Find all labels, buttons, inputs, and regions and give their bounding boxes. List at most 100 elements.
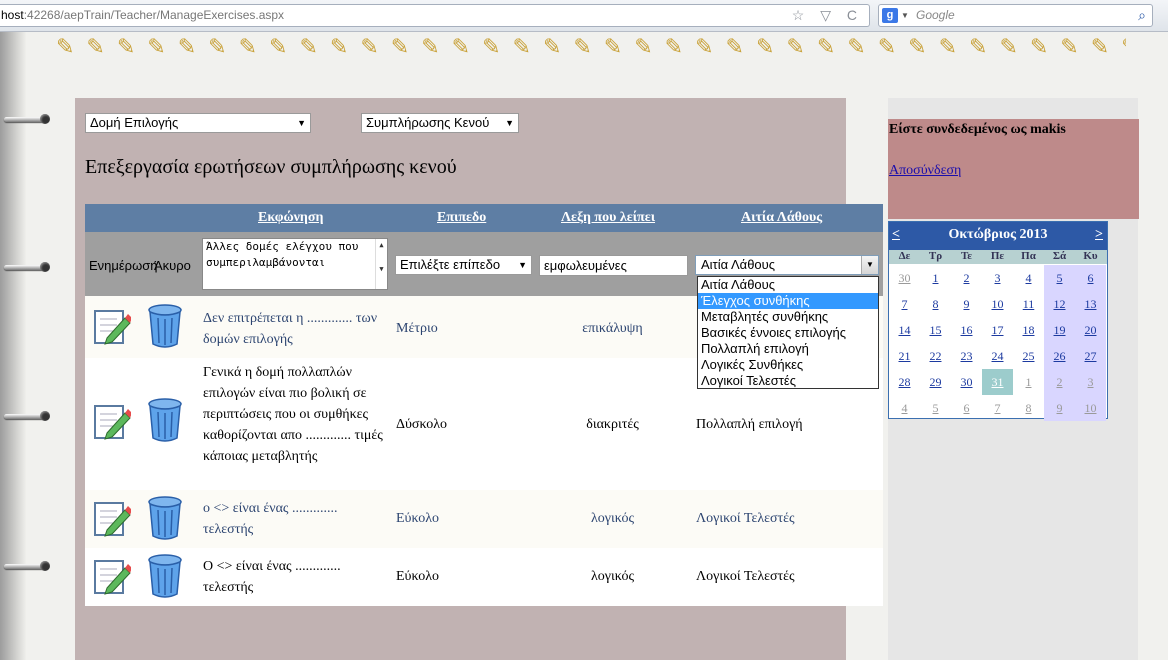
dropdown-option[interactable]: Λογικοί Τελεστές xyxy=(698,373,878,389)
calendar-day[interactable]: 31 xyxy=(982,369,1013,395)
calendar-weekday: Κυ xyxy=(1083,250,1098,262)
calendar-day[interactable]: 19 xyxy=(1044,317,1075,343)
error-cause-select[interactable]: Αιτία Λάθους ▼ xyxy=(695,255,879,275)
google-icon[interactable]: g xyxy=(882,8,898,23)
calendar-day[interactable]: 1 xyxy=(920,265,951,291)
calendar-day[interactable]: 24 xyxy=(982,343,1013,369)
calendar-day[interactable]: 4 xyxy=(1013,265,1044,291)
calendar-day[interactable]: 23 xyxy=(951,343,982,369)
calendar-day[interactable]: 9 xyxy=(951,291,982,317)
topic-select[interactable]: Δομή Επιλογής ▼ xyxy=(85,113,311,133)
calendar-day[interactable]: 5 xyxy=(920,395,951,421)
calendar-day[interactable]: 1 xyxy=(1013,369,1044,395)
calendar-day[interactable]: 14 xyxy=(889,317,920,343)
login-status-text: Είστε συνδεδεμένος ως makis xyxy=(889,122,1066,137)
calendar-day[interactable]: 6 xyxy=(1075,265,1106,291)
search-bar[interactable]: g ▼ Google ⌕ xyxy=(878,4,1153,27)
calendar-day[interactable]: 2 xyxy=(951,265,982,291)
calendar-day[interactable]: 6 xyxy=(951,395,982,421)
dropdown-option[interactable]: Λογικές Συνθήκες xyxy=(698,357,878,373)
dropdown-option[interactable]: Βασικές έννοιες επιλογής xyxy=(698,325,878,341)
url-buttons[interactable]: ☆ ▽ C xyxy=(792,5,863,26)
chevron-down-icon[interactable]: ▼ xyxy=(505,114,514,132)
calendar-day[interactable]: 13 xyxy=(1075,291,1106,317)
question-text: Ο <> είναι ένας ............. τελεστής xyxy=(203,559,341,595)
missing-word-text: λογικός xyxy=(590,511,635,526)
chevron-down-icon[interactable]: ▼ xyxy=(518,256,527,274)
calendar-day[interactable]: 12 xyxy=(1044,291,1075,317)
calendar-day[interactable]: 5 xyxy=(1044,265,1075,291)
calendar-day[interactable]: 10 xyxy=(1075,395,1106,421)
header-error-cause[interactable]: Αιτία Λάθους xyxy=(741,210,822,226)
question-text: Δεν επιτρέπεται η ............. των δομώ… xyxy=(203,311,378,347)
calendar-weekday: Τρ xyxy=(928,250,943,262)
search-input[interactable]: Google xyxy=(916,5,955,26)
address-bar[interactable]: host:42268/aepTrain/Teacher/ManageExerci… xyxy=(0,4,870,27)
textarea-scrollbar[interactable]: ▲ ▼ xyxy=(375,239,387,289)
error-cause-dropdown-list: Αιτία Λάθους Έλεγχος συνθήκης Μεταβλητές… xyxy=(697,276,879,389)
dropdown-option-selected[interactable]: Έλεγχος συνθήκης xyxy=(698,293,878,309)
dropdown-option[interactable]: Μεταβλητές συνθήκης xyxy=(698,309,878,325)
calendar-day[interactable]: 30 xyxy=(951,369,982,395)
calendar-day[interactable]: 27 xyxy=(1075,343,1106,369)
calendar-day[interactable]: 8 xyxy=(1013,395,1044,421)
missing-word-input[interactable]: εμφωλευμένες xyxy=(539,255,688,276)
calendar-day[interactable]: 20 xyxy=(1075,317,1106,343)
browser-toolbar: host:42268/aepTrain/Teacher/ManageExerci… xyxy=(0,0,1168,32)
edit-icon[interactable] xyxy=(93,500,131,538)
level-select-value: Επιλέξτε επίπεδο xyxy=(400,257,501,272)
error-cause-text: Λογικοί Τελεστές xyxy=(696,511,795,526)
calendar-day[interactable]: 29 xyxy=(920,369,951,395)
chevron-down-icon[interactable]: ▼ xyxy=(901,5,909,26)
update-link[interactable]: Ενημέρωση xyxy=(89,258,158,273)
calendar-day[interactable]: 16 xyxy=(951,317,982,343)
calendar-day[interactable]: 22 xyxy=(920,343,951,369)
calendar-prev-button[interactable]: < xyxy=(892,227,900,243)
chevron-down-icon[interactable]: ▼ xyxy=(861,256,878,274)
calendar-day[interactable]: 17 xyxy=(982,317,1013,343)
calendar-day[interactable]: 7 xyxy=(982,395,1013,421)
header-question[interactable]: Εκφώνηση xyxy=(258,210,323,226)
cancel-link[interactable]: Άκυρο xyxy=(154,258,191,273)
edit-icon[interactable] xyxy=(93,558,131,596)
calendar-day[interactable]: 9 xyxy=(1044,395,1075,421)
calendar-day[interactable]: 26 xyxy=(1044,343,1075,369)
calendar-day[interactable]: 3 xyxy=(982,265,1013,291)
calendar-day[interactable]: 30 xyxy=(889,265,920,291)
missing-word-text: διακριτές xyxy=(586,417,639,432)
login-status-box: Είστε συνδεδεμένος ως makis Αποσύνδεση xyxy=(888,119,1139,219)
calendar-day[interactable]: 11 xyxy=(1013,291,1044,317)
header-level[interactable]: Επιπεδο xyxy=(437,210,486,226)
calendar-day[interactable]: 25 xyxy=(1013,343,1044,369)
search-icon[interactable]: ⌕ xyxy=(1138,5,1146,26)
logout-link[interactable]: Αποσύνδεση xyxy=(889,163,961,179)
binder-ring-icon xyxy=(4,408,52,424)
calendar-day[interactable]: 2 xyxy=(1044,369,1075,395)
level-select[interactable]: Επιλέξτε επίπεδο ▼ xyxy=(395,255,532,275)
exercise-type-select[interactable]: Συμπλήρωσης Κενού ▼ xyxy=(361,113,519,133)
dropdown-option[interactable]: Πολλαπλή επιλογή xyxy=(698,341,878,357)
grid-header: Εκφώνηση Επιπεδο Λεξη που λείπει Αιτία Λ… xyxy=(85,204,883,232)
calendar-day[interactable]: 21 xyxy=(889,343,920,369)
edit-icon[interactable] xyxy=(93,403,131,441)
trash-icon[interactable] xyxy=(147,496,183,540)
trash-icon[interactable] xyxy=(147,304,183,348)
calendar-day[interactable]: 28 xyxy=(889,369,920,395)
chevron-down-icon[interactable]: ▼ xyxy=(297,114,306,132)
calendar-next-button[interactable]: > xyxy=(1095,227,1103,243)
edit-icon[interactable] xyxy=(93,308,131,346)
calendar-day[interactable]: 3 xyxy=(1075,369,1106,395)
question-textarea[interactable]: Άλλες δομές ελέγχου που συμπεριλαμβάνοντ… xyxy=(202,238,388,290)
calendar-day[interactable]: 10 xyxy=(982,291,1013,317)
question-text: ο <> είναι ένας ............. τελεστής xyxy=(203,501,338,537)
table-row: ο <> είναι ένας ............. τελεστής Ε… xyxy=(85,490,883,548)
calendar-day[interactable]: 15 xyxy=(920,317,951,343)
calendar-day[interactable]: 18 xyxy=(1013,317,1044,343)
calendar-day[interactable]: 8 xyxy=(920,291,951,317)
calendar-day[interactable]: 7 xyxy=(889,291,920,317)
trash-icon[interactable] xyxy=(147,398,183,442)
dropdown-option[interactable]: Αιτία Λάθους xyxy=(698,277,878,293)
calendar-day[interactable]: 4 xyxy=(889,395,920,421)
header-missing-word[interactable]: Λεξη που λείπει xyxy=(561,210,655,226)
trash-icon[interactable] xyxy=(147,554,183,598)
